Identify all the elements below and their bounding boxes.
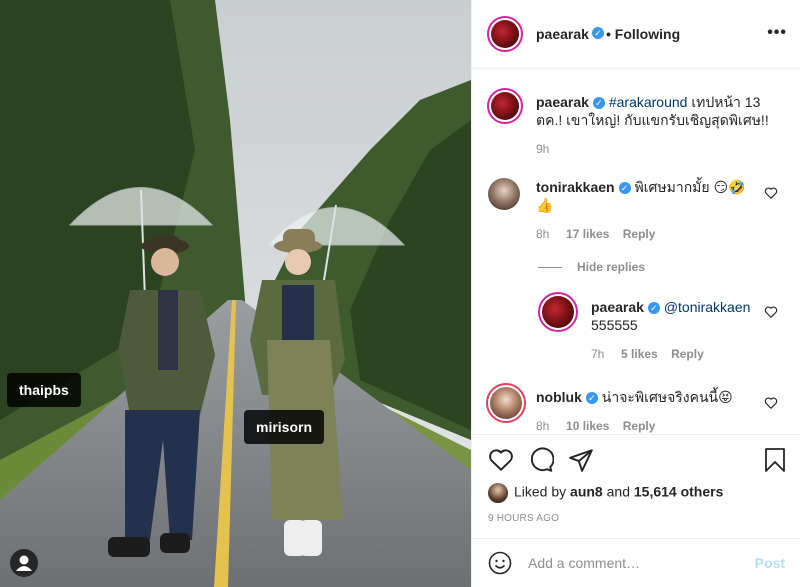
reply-username[interactable]: paearak	[591, 299, 644, 315]
comment-username[interactable]: tonirakkaen	[536, 179, 615, 195]
comment-time[interactable]: 8h	[536, 227, 549, 241]
comment-username[interactable]: nobluk	[536, 389, 582, 405]
comment-bubble-icon[interactable]	[528, 447, 554, 473]
reply-likes[interactable]: 5 likes	[621, 347, 658, 361]
caption-hashtag[interactable]: #arakaround	[609, 94, 688, 110]
more-options-icon[interactable]: •••	[767, 24, 787, 42]
comment-likes[interactable]: 10 likes	[566, 419, 609, 433]
add-comment-bar: Add a comment… Post	[472, 538, 800, 587]
share-paper-plane-icon[interactable]	[568, 447, 594, 473]
photo-scene	[0, 0, 471, 587]
like-comment-heart-icon[interactable]	[764, 186, 778, 200]
user-icon	[16, 555, 32, 571]
comment-text: nobluk ✓ น่าจะพิเศษจริงคนนี้😝	[536, 388, 761, 406]
verified-badge-icon: ✓	[647, 302, 660, 315]
likes-prefix: Liked by	[514, 483, 567, 500]
likes-others-link[interactable]: 15,614 others	[634, 484, 724, 500]
reply-body: 555555	[591, 317, 638, 333]
comment-reply-button[interactable]: Reply	[623, 419, 656, 433]
like-reply-heart-icon[interactable]	[764, 305, 778, 319]
likes-summary: Liked by aun8 and 15,614 others	[488, 483, 723, 503]
post-photo[interactable]: thaipbs mirisorn	[0, 0, 471, 587]
comment-reply-button[interactable]: Reply	[623, 227, 656, 241]
verified-badge-icon: ✓	[585, 392, 598, 405]
photo-tag-mirisorn[interactable]: mirisorn	[244, 410, 325, 444]
post-side-panel: paearak ✓ • Following ••• paearak ✓ #arak…	[471, 0, 800, 587]
comment-avatar[interactable]	[486, 383, 526, 423]
separator-dot: •	[606, 26, 615, 42]
following-status[interactable]: • Following	[606, 26, 680, 42]
liker-avatar[interactable]	[488, 483, 508, 503]
comment-body: น่าจะพิเศษจริงคนนี้😝	[601, 389, 733, 405]
comment-likes[interactable]: 17 likes	[566, 227, 609, 241]
caption-username[interactable]: paearak	[536, 94, 589, 110]
liker-username[interactable]: aun8	[570, 484, 603, 500]
comment-meta: 8h 17 likes Reply	[536, 227, 655, 241]
like-heart-icon[interactable]	[488, 447, 514, 473]
comment-avatar[interactable]	[488, 178, 520, 210]
reply-text: paearak ✓ @tonirakkaen 555555	[591, 298, 761, 334]
reply-time[interactable]: 7h	[591, 347, 604, 361]
photo-tag-thaipbs[interactable]: thaipbs	[7, 373, 81, 407]
author-avatar[interactable]	[487, 16, 523, 52]
verified-badge-icon: ✓	[592, 27, 604, 39]
comments-list[interactable]: paearak ✓ #arakaround เทปหน้า 13 ตค.! เขา…	[472, 70, 800, 434]
author-username[interactable]: paearak	[536, 26, 589, 42]
reply-meta: 7h 5 likes Reply	[591, 347, 704, 361]
replies-divider	[538, 267, 562, 268]
emoji-picker-icon[interactable]	[488, 551, 512, 575]
like-comment-heart-icon[interactable]	[764, 396, 778, 410]
verified-badge-icon: ✓	[618, 182, 631, 195]
caption-time[interactable]: 9h	[536, 142, 549, 156]
comment-text: tonirakkaen ✓ พิเศษมากมั้ย 😏🤣 👍	[536, 178, 761, 214]
reply-mention[interactable]: @tonirakkaen	[664, 299, 751, 315]
reply-reply-button[interactable]: Reply	[671, 347, 704, 361]
reply-avatar[interactable]	[538, 292, 578, 332]
add-comment-input[interactable]: Add a comment…	[528, 555, 640, 571]
post-header: paearak ✓ • Following •••	[472, 0, 800, 69]
post-actions: Liked by aun8 and 15,614 others 9 HOURS …	[472, 434, 800, 539]
comment-time[interactable]: 8h	[536, 419, 549, 433]
save-bookmark-icon[interactable]	[763, 447, 787, 473]
likes-joiner: and	[606, 483, 630, 500]
following-label: Following	[614, 26, 681, 42]
hide-replies-button[interactable]: Hide replies	[577, 260, 645, 274]
verified-badge-icon: ✓	[592, 97, 605, 110]
post-comment-button[interactable]: Post	[755, 555, 785, 571]
caption-avatar[interactable]	[487, 88, 523, 124]
post-timestamp[interactable]: 9 HOURS AGO	[488, 513, 559, 524]
tagged-users-button[interactable]	[10, 549, 38, 577]
comment-meta: 8h 10 likes Reply	[536, 419, 655, 433]
caption-text: paearak ✓ #arakaround เทปหน้า 13 ตค.! เขา…	[536, 93, 786, 129]
